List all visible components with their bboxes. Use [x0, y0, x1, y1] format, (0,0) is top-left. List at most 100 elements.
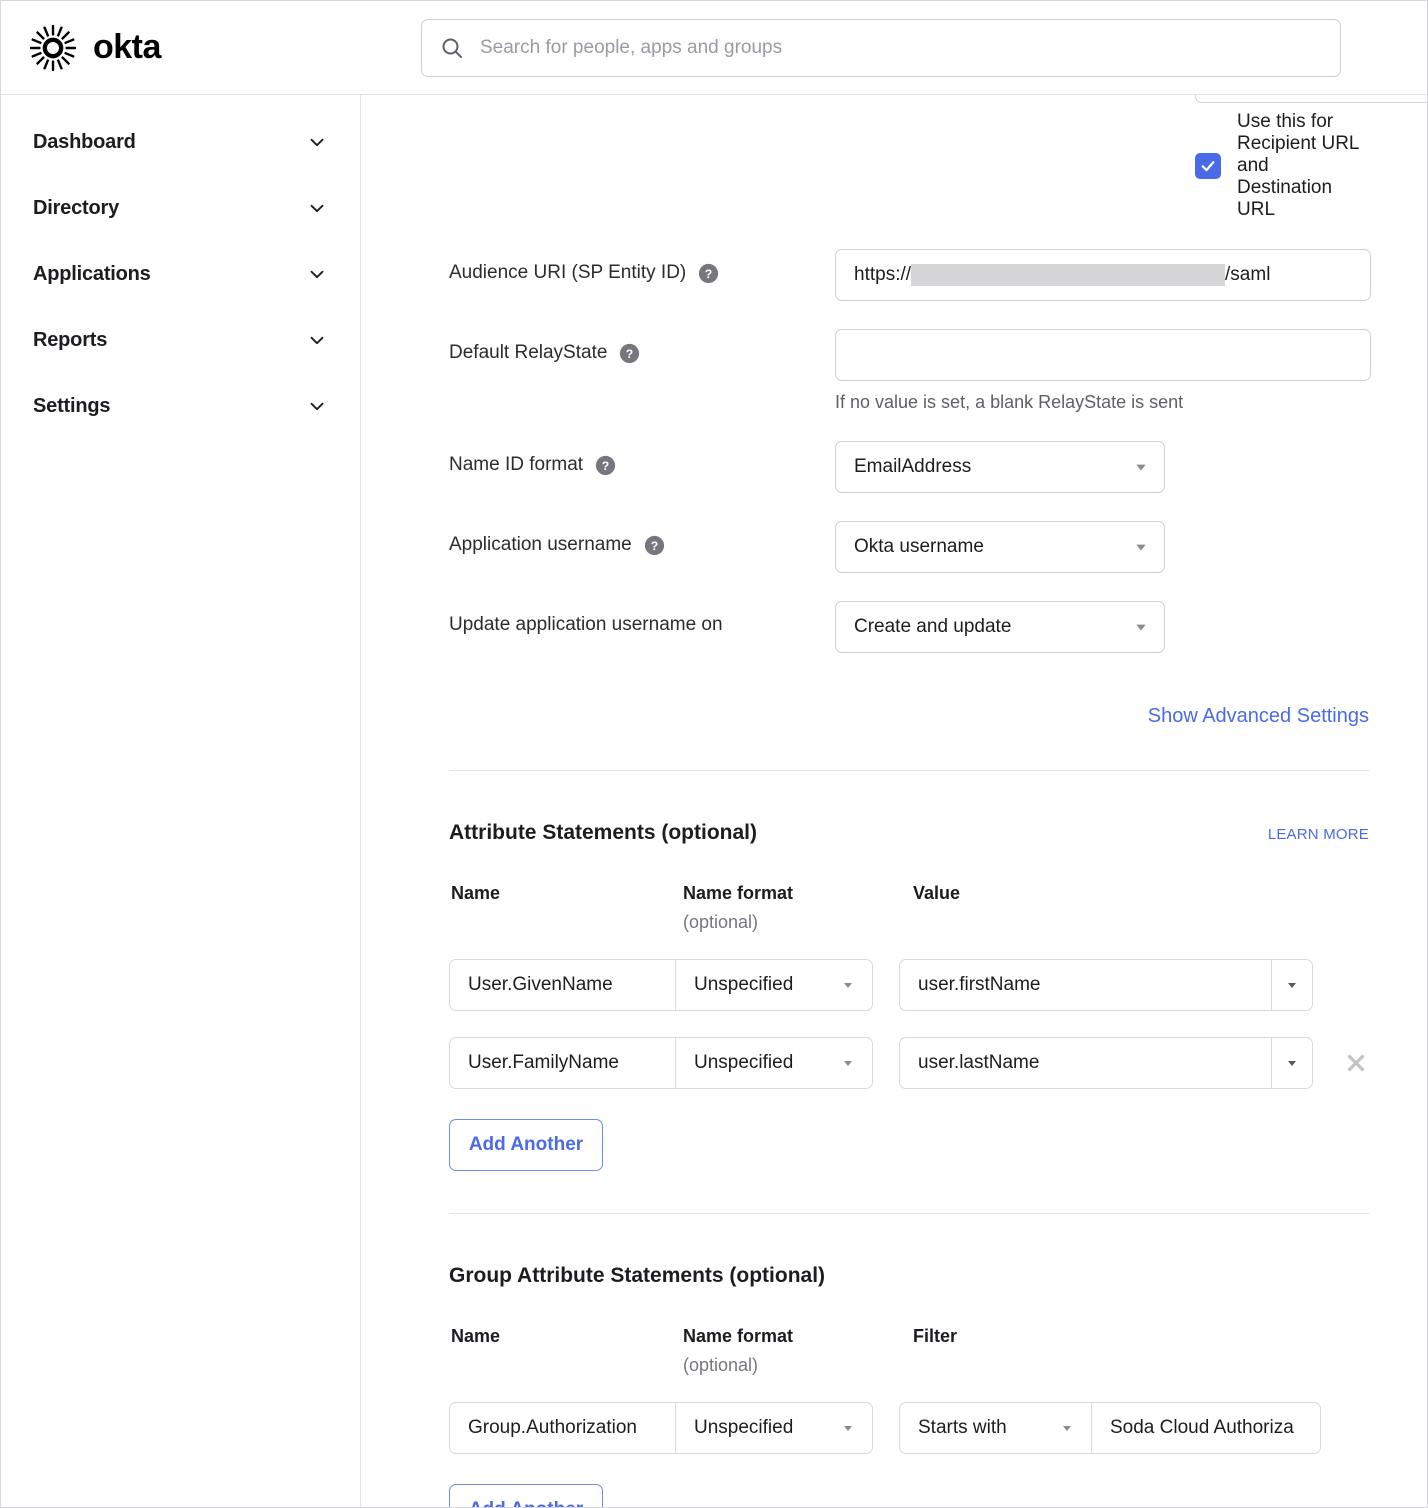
advanced-settings-row: Show Advanced Settings: [449, 705, 1369, 728]
attribute-name-format-group: User.FamilyName Unspecified: [449, 1037, 873, 1089]
chevron-down-icon: [1286, 979, 1298, 991]
attribute-name-format-group: User.GivenName Unspecified: [449, 959, 873, 1011]
redacted-host-bar: [911, 264, 1225, 286]
attribute-statements-learn-more-link[interactable]: LEARN MORE: [1268, 826, 1369, 843]
column-header-name-format-sub: (optional): [683, 1355, 913, 1376]
update-application-username-row: Update application username on Create an…: [449, 601, 1369, 653]
search-icon: [440, 36, 464, 60]
group-attribute-name-format-group: Group.Authorization Unspecified: [449, 1402, 873, 1454]
attribute-statements-header: Attribute Statements (optional) LEARN MO…: [449, 821, 1369, 845]
attribute-name-format-value: Unspecified: [694, 974, 793, 996]
group-attribute-name-format-select[interactable]: Unspecified: [675, 1402, 873, 1454]
audience-uri-field: https:///saml: [835, 249, 1371, 301]
sidebar-item-applications[interactable]: Applications: [1, 241, 360, 307]
attribute-name-input[interactable]: User.GivenName: [449, 959, 675, 1011]
group-attribute-statements-add-another-button[interactable]: Add Another: [449, 1484, 603, 1507]
sidebar-item-label: Applications: [33, 263, 151, 286]
group-attribute-filter-operator-select[interactable]: Starts with: [899, 1402, 1091, 1454]
audience-uri-row: Audience URI (SP Entity ID) ? https:///s…: [449, 249, 1369, 301]
column-header-filter: Filter: [913, 1326, 1369, 1347]
chevron-down-icon: [842, 1057, 854, 1069]
group-attribute-statements-header: Group Attribute Statements (optional): [449, 1264, 1369, 1288]
clipped-sso-url-input[interactable]: [1195, 95, 1427, 103]
chevron-down-icon: [1134, 620, 1148, 634]
audience-uri-label-group: Audience URI (SP Entity ID) ?: [449, 249, 835, 284]
attribute-value-input[interactable]: user.lastName: [899, 1037, 1271, 1089]
attribute-name-input[interactable]: User.FamilyName: [449, 1037, 675, 1089]
name-id-format-select[interactable]: EmailAddress: [835, 441, 1165, 493]
attribute-name-format-select[interactable]: Unspecified: [675, 1037, 873, 1089]
default-relaystate-label-group: Default RelayState ?: [449, 329, 835, 364]
chevron-down-icon: [306, 197, 328, 219]
column-header-name-format: Name format: [683, 883, 913, 904]
table-row: User.GivenName Unspecified user.firstNam…: [449, 959, 1369, 1011]
column-header-value: Value: [913, 883, 1369, 904]
application-username-row: Application username ? Okta username: [449, 521, 1369, 573]
table-row: User.FamilyName Unspecified user.lastNam…: [449, 1037, 1369, 1089]
sidebar-item-dashboard[interactable]: Dashboard: [1, 109, 360, 175]
group-attribute-statements-title: Group Attribute Statements (optional): [449, 1264, 825, 1288]
svg-text:?: ?: [705, 267, 712, 281]
attribute-name-format-select[interactable]: Unspecified: [675, 959, 873, 1011]
sidebar-nav: Dashboard Directory Applications Reports: [1, 95, 361, 1507]
attribute-value-group: user.lastName: [899, 1037, 1313, 1089]
help-circle-icon[interactable]: ?: [595, 455, 616, 476]
name-id-format-label-group: Name ID format ?: [449, 441, 835, 476]
section-divider: [449, 770, 1369, 771]
attribute-value-dropdown-button[interactable]: [1271, 959, 1313, 1011]
attribute-statements-title: Attribute Statements (optional): [449, 821, 757, 845]
chevron-down-icon: [842, 979, 854, 991]
update-application-username-label-group: Update application username on: [449, 601, 835, 636]
group-attribute-filter-group: Starts with Soda Cloud Authoriza: [899, 1402, 1321, 1454]
okta-sunburst-icon: [29, 24, 77, 72]
saml-settings-form: Use this for Recipient URL and Destinati…: [361, 95, 1427, 1507]
sidebar-item-directory[interactable]: Directory: [1, 175, 360, 241]
chevron-down-icon: [842, 1422, 854, 1434]
checkmark-icon: [1199, 157, 1217, 175]
update-application-username-label: Update application username on: [449, 614, 723, 636]
attribute-value-input[interactable]: user.firstName: [899, 959, 1271, 1011]
close-x-icon[interactable]: [1343, 1050, 1369, 1076]
audience-uri-label: Audience URI (SP Entity ID): [449, 262, 686, 284]
group-attribute-filter-operator-value: Starts with: [918, 1417, 1007, 1439]
global-search: [421, 19, 1341, 77]
sidebar-item-settings[interactable]: Settings: [1, 373, 360, 439]
section-divider: [449, 1213, 1369, 1214]
chevron-down-icon: [1134, 460, 1148, 474]
help-circle-icon[interactable]: ?: [644, 535, 665, 556]
help-circle-icon[interactable]: ?: [698, 263, 719, 284]
search-box[interactable]: [421, 19, 1341, 77]
search-input[interactable]: [478, 36, 1322, 60]
attribute-statements-column-headers: Name Name format (optional) Value: [449, 883, 1369, 933]
column-header-name-format-sub: (optional): [683, 912, 913, 933]
attribute-value-group: user.firstName: [899, 959, 1313, 1011]
chevron-down-icon: [1134, 540, 1148, 554]
sidebar-item-reports[interactable]: Reports: [1, 307, 360, 373]
attribute-value-dropdown-button[interactable]: [1271, 1037, 1313, 1089]
recipient-destination-label: Use this for Recipient URL and Destinati…: [1237, 111, 1369, 221]
group-attribute-filter-value-input[interactable]: Soda Cloud Authoriza: [1091, 1402, 1321, 1454]
audience-uri-input[interactable]: https:///saml: [835, 249, 1371, 301]
svg-text:?: ?: [602, 459, 609, 473]
recipient-destination-checkbox[interactable]: [1195, 153, 1221, 179]
name-id-format-field: EmailAddress: [835, 441, 1369, 493]
group-attribute-name-input[interactable]: Group.Authorization: [449, 1402, 675, 1454]
column-header-name-format: Name format: [683, 1326, 913, 1347]
top-header: okta: [1, 1, 1427, 95]
application-username-select[interactable]: Okta username: [835, 521, 1165, 573]
attribute-statements-add-another-button[interactable]: Add Another: [449, 1119, 603, 1171]
name-id-format-value: EmailAddress: [854, 456, 971, 478]
default-relaystate-field: If no value is set, a blank RelayState i…: [835, 329, 1371, 413]
update-application-username-value: Create and update: [854, 616, 1011, 638]
chevron-down-icon: [1286, 1057, 1298, 1069]
brand-logo[interactable]: okta: [1, 24, 421, 72]
chevron-down-icon: [1061, 1422, 1073, 1434]
update-application-username-select[interactable]: Create and update: [835, 601, 1165, 653]
application-username-field: Okta username: [835, 521, 1369, 573]
help-circle-icon[interactable]: ?: [619, 343, 640, 364]
default-relaystate-input[interactable]: [835, 329, 1371, 381]
update-application-username-field: Create and update: [835, 601, 1369, 653]
show-advanced-settings-link[interactable]: Show Advanced Settings: [1148, 705, 1369, 728]
default-relaystate-label: Default RelayState: [449, 342, 607, 364]
column-header-name: Name: [451, 883, 683, 904]
